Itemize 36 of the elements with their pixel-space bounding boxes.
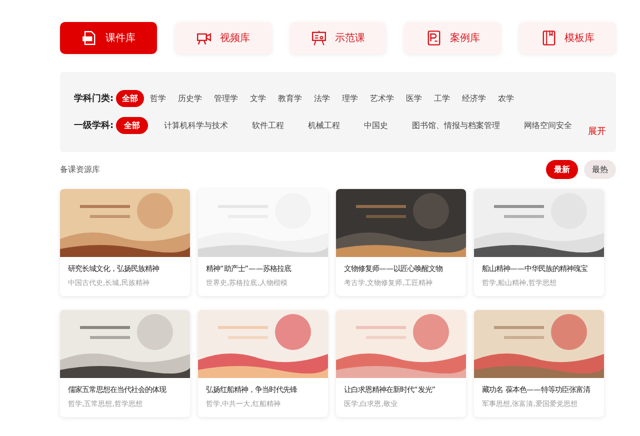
filter-option[interactable]: 中国史 — [356, 117, 396, 134]
easel-icon — [310, 30, 327, 46]
document-icon — [81, 30, 98, 46]
expand-link[interactable]: 展开 — [588, 125, 606, 138]
document-icon — [426, 30, 442, 46]
library-tab[interactable]: 案例库 — [404, 22, 502, 54]
filter-option[interactable]: 图书馆、情报与档案管理 — [404, 117, 508, 134]
library-tab[interactable]: 视频库 — [174, 22, 272, 54]
filter-option[interactable]: 软件工程 — [244, 117, 292, 134]
sort-button[interactable]: 最新 — [546, 160, 578, 179]
filter-option[interactable]: 全部 — [116, 117, 148, 134]
book-icon — [540, 30, 557, 46]
library-tab[interactable]: 课件库 — [60, 22, 157, 54]
filter-option[interactable]: 网络空间安全 — [516, 117, 580, 134]
filter-option[interactable]: 艺术学 — [364, 90, 400, 107]
sort-button[interactable]: 最热 — [584, 160, 616, 179]
video-camera-icon — [196, 30, 212, 46]
filter-option[interactable]: 理学 — [336, 90, 364, 107]
filter-option[interactable]: 机械工程 — [300, 117, 348, 134]
filter-option[interactable]: 计算机科学与技术 — [156, 117, 236, 134]
filter-option[interactable]: 全部 — [116, 90, 144, 107]
library-tab[interactable]: 模板库 — [519, 22, 616, 54]
filter-option[interactable]: 教育学 — [272, 90, 308, 107]
library-tab[interactable]: 示范课 — [290, 22, 386, 54]
filter-option[interactable]: 法学 — [308, 90, 336, 107]
filter-option[interactable]: 工学 — [428, 90, 456, 107]
filter-option[interactable]: 管理学 — [208, 90, 244, 107]
filter-label: 学科门类: — [74, 92, 115, 105]
filter-option[interactable]: 医学 — [400, 90, 428, 107]
filter-option[interactable]: 哲学 — [144, 90, 172, 107]
filter-option[interactable]: 经济学 — [456, 90, 492, 107]
filter-option[interactable]: 历史学 — [172, 90, 208, 107]
filter-option[interactable]: 文学 — [244, 90, 272, 107]
filter-label: 一级学科: — [74, 120, 115, 132]
filter-option[interactable]: 农学 — [492, 90, 520, 107]
section-title: 备课资源库 — [60, 164, 100, 175]
